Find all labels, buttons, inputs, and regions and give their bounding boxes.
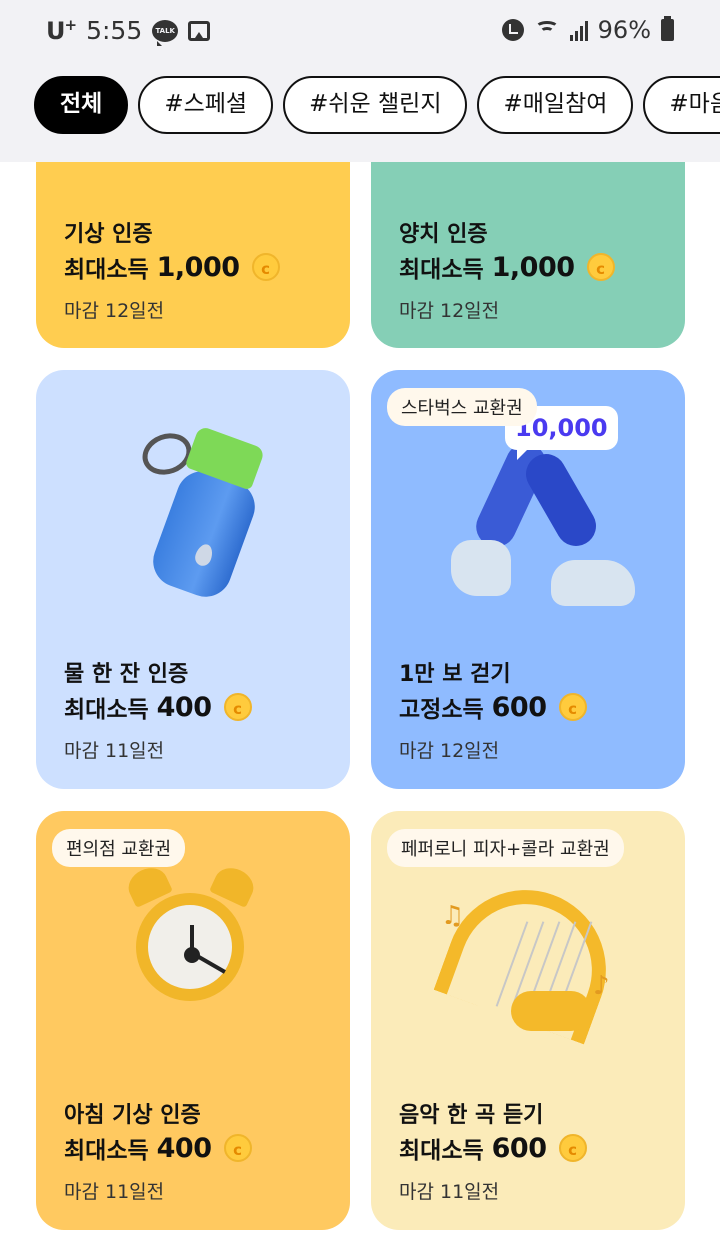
coin-icon: c	[586, 253, 615, 281]
filter-chip-mind[interactable]: #마음 실	[643, 76, 720, 134]
card-reward: 최대소득 1,000 c	[399, 250, 615, 284]
walking-legs-illustration	[451, 420, 651, 620]
coin-icon: c	[558, 693, 587, 721]
card-title: 아침 기상 인증	[64, 1103, 201, 1128]
status-bar-left: U+ 5:55 TALK	[46, 16, 211, 46]
card-reward: 최대소득 1,000 c	[64, 250, 280, 284]
card-reward: 최대소득 600 c	[399, 1131, 587, 1165]
filter-chip-bar: 전체 #스페셜 #쉬운 챌린지 #매일참여 #마음 실	[0, 62, 720, 162]
card-deadline: 마감 12일전	[399, 300, 500, 322]
coin-icon: c	[223, 1134, 252, 1162]
image-notification-icon	[188, 20, 211, 41]
challenge-card-drink-water[interactable]: 물 한 잔 인증 최대소득 400 c 마감 11일전	[36, 370, 350, 789]
carrier-label: U+	[46, 16, 77, 45]
filter-chip-easy-challenge[interactable]: #쉬운 챌린지	[283, 76, 468, 134]
card-reward: 고정소득 600 c	[399, 690, 587, 724]
card-title: 양치 인증	[399, 222, 488, 247]
card-deadline: 마감 12일전	[399, 740, 500, 762]
card-deadline: 마감 12일전	[64, 300, 165, 322]
challenge-grid: 기상 인증 최대소득 1,000 c 마감 12일전 양치 인증 최대소득 1,…	[0, 162, 720, 1244]
alarm-icon	[501, 19, 524, 41]
status-bar: U+ 5:55 TALK 96%	[0, 0, 720, 62]
coin-icon: c	[251, 253, 280, 281]
filter-chip-list: 전체 #스페셜 #쉬운 챌린지 #매일참여 #마음 실	[34, 76, 720, 134]
alarm-clock-illustration	[118, 862, 268, 1025]
card-deadline: 마감 11일전	[64, 1181, 165, 1203]
coin-icon: c	[223, 693, 252, 721]
reward-label: 고정소득	[399, 697, 484, 723]
battery-percent: 96%	[597, 16, 651, 44]
reward-badge: 스타벅스 교환권	[387, 388, 537, 426]
card-title: 기상 인증	[64, 222, 153, 247]
reward-label: 최대소득	[64, 1138, 149, 1164]
card-title: 음악 한 곡 듣기	[399, 1103, 544, 1128]
reward-badge: 페퍼로니 피자+콜라 교환권	[387, 829, 624, 867]
filter-chip-all[interactable]: 전체	[34, 76, 129, 134]
status-bar-right: 96%	[501, 16, 674, 44]
cell-signal-icon	[569, 19, 588, 41]
card-deadline: 마감 11일전	[399, 1181, 500, 1203]
music-note-icon: ♪	[593, 971, 610, 1001]
challenge-card-listen-music[interactable]: 페퍼로니 피자+콜라 교환권 ♫ ♪ 음악 한 곡 듣기 최대소득 600 c …	[371, 811, 685, 1230]
card-title: 1만 보 걷기	[399, 662, 511, 687]
reward-amount: 600	[491, 1132, 547, 1164]
reward-label: 최대소득	[399, 1138, 484, 1164]
challenge-card-brush-teeth[interactable]: 양치 인증 최대소득 1,000 c 마감 12일전	[371, 162, 685, 348]
reward-badge: 편의점 교환권	[52, 829, 186, 867]
kakaotalk-notification-icon: TALK	[152, 19, 179, 46]
harp-illustration: ♫ ♪	[433, 867, 641, 1051]
card-deadline: 마감 11일전	[64, 740, 165, 762]
battery-icon	[661, 16, 674, 41]
reward-amount: 400	[156, 1132, 212, 1164]
reward-amount: 1,000	[491, 251, 575, 283]
wifi-icon	[534, 19, 560, 41]
reward-amount: 1,000	[156, 251, 240, 283]
filter-chip-daily[interactable]: #매일참여	[477, 76, 634, 134]
challenge-card-wake-up[interactable]: 기상 인증 최대소득 1,000 c 마감 12일전	[36, 162, 350, 348]
reward-label: 최대소득	[64, 697, 149, 723]
water-bottle-illustration	[132, 414, 282, 605]
challenge-card-morning-wake-up[interactable]: 편의점 교환권 아침 기상 인증 최대소득 400 c 마감 11일전	[36, 811, 350, 1230]
coin-icon: c	[558, 1134, 587, 1162]
reward-label: 최대소득	[64, 257, 149, 283]
filter-chip-special[interactable]: #스페셜	[138, 76, 274, 134]
card-title: 물 한 잔 인증	[64, 662, 189, 687]
music-note-icon: ♫	[441, 901, 465, 931]
challenge-card-walk-10000[interactable]: 10,000 스타벅스 교환권 1만 보 걷기 고정소득 600 c 마감 12…	[371, 370, 685, 789]
reward-amount: 600	[491, 691, 547, 723]
card-reward: 최대소득 400 c	[64, 690, 252, 724]
reward-label: 최대소득	[399, 257, 484, 283]
card-reward: 최대소득 400 c	[64, 1131, 252, 1165]
status-time: 5:55	[86, 16, 143, 45]
reward-amount: 400	[156, 691, 212, 723]
